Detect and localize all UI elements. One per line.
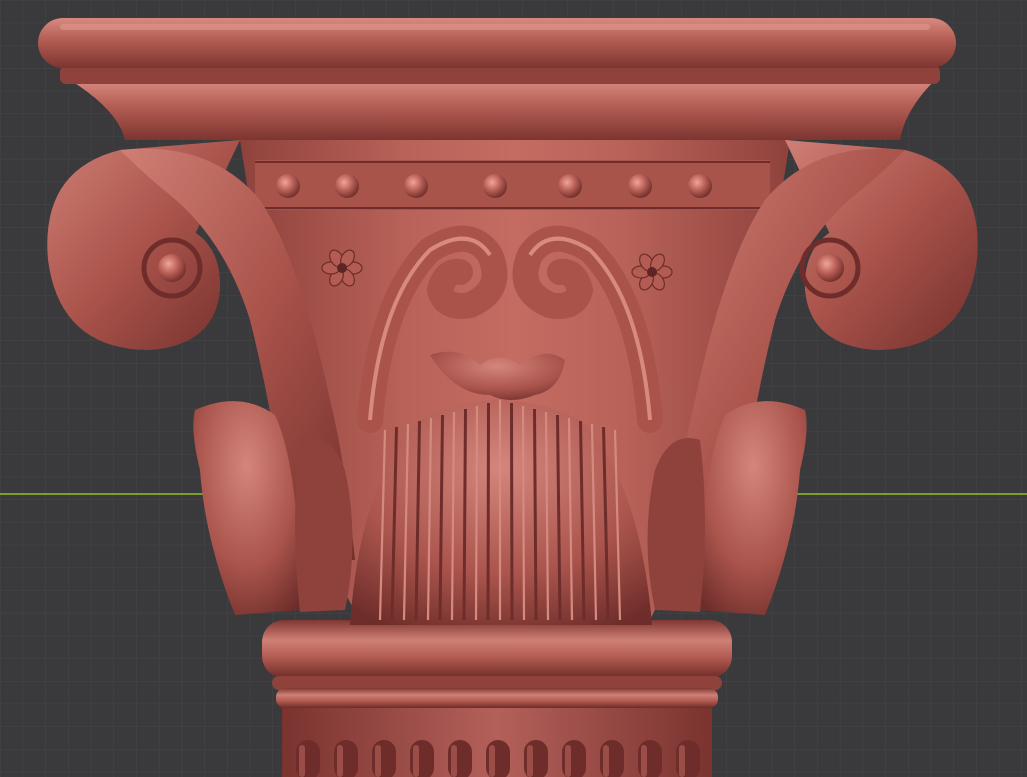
bead — [404, 174, 428, 198]
bead — [688, 174, 712, 198]
bead — [335, 174, 359, 198]
astragal-ring — [262, 620, 732, 708]
3d-viewport[interactable] — [0, 0, 1027, 777]
abacus — [38, 18, 956, 140]
bead — [628, 174, 652, 198]
bead-row — [276, 174, 712, 198]
fluted-shaft — [282, 700, 712, 777]
viewport-canvas[interactable] — [0, 0, 1027, 777]
bead — [276, 174, 300, 198]
bead — [483, 174, 507, 198]
bead — [558, 174, 582, 198]
